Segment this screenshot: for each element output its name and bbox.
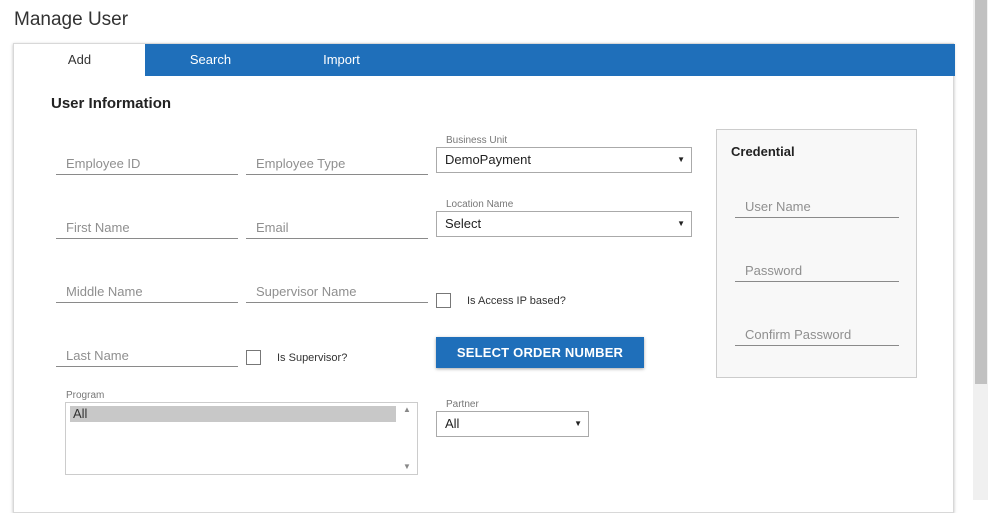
section-title: User Information — [51, 95, 172, 112]
first-name-input[interactable] — [56, 219, 238, 239]
business-unit-value: DemoPayment — [445, 152, 531, 167]
tab-bar: Add Search Import — [14, 44, 955, 76]
access-ip-label: Is Access IP based? — [467, 295, 566, 307]
confirm-password-input[interactable] — [735, 326, 899, 346]
middle-name-input[interactable] — [56, 283, 238, 303]
partner-label: Partner — [446, 399, 479, 410]
is-supervisor-checkbox[interactable] — [246, 350, 261, 365]
tab-add[interactable]: Add — [14, 44, 145, 76]
tab-import[interactable]: Import — [276, 44, 407, 76]
caret-down-icon: ▼ — [677, 155, 685, 164]
credential-title: Credential — [731, 144, 795, 159]
email-input[interactable] — [246, 219, 428, 239]
tab-search[interactable]: Search — [145, 44, 276, 76]
partner-select[interactable]: All ▼ — [436, 411, 589, 437]
access-ip-checkbox[interactable] — [436, 293, 451, 308]
page-scrollbar-thumb[interactable] — [975, 0, 987, 384]
location-name-label: Location Name — [446, 199, 514, 210]
page-title: Manage User — [14, 9, 129, 30]
password-input[interactable] — [735, 262, 899, 282]
scroll-up-icon[interactable]: ▲ — [403, 405, 411, 414]
partner-value: All — [445, 416, 460, 431]
location-name-value: Select — [445, 216, 482, 231]
select-order-number-button[interactable]: SELECT ORDER NUMBER — [436, 337, 644, 368]
program-label: Program — [66, 390, 105, 401]
user-name-input[interactable] — [735, 198, 899, 218]
scroll-down-icon[interactable]: ▼ — [403, 462, 411, 471]
caret-down-icon: ▼ — [677, 219, 685, 228]
is-supervisor-label: Is Supervisor? — [277, 352, 348, 364]
business-unit-label: Business Unit — [446, 135, 508, 146]
employee-id-input[interactable] — [56, 155, 238, 175]
employee-type-input[interactable] — [246, 155, 428, 175]
supervisor-name-input[interactable] — [246, 283, 428, 303]
business-unit-select[interactable]: DemoPayment ▼ — [436, 147, 692, 173]
location-name-select[interactable]: Select ▼ — [436, 211, 692, 237]
last-name-input[interactable] — [56, 347, 238, 367]
caret-down-icon: ▼ — [574, 419, 582, 428]
program-option-all[interactable]: All — [70, 406, 396, 422]
